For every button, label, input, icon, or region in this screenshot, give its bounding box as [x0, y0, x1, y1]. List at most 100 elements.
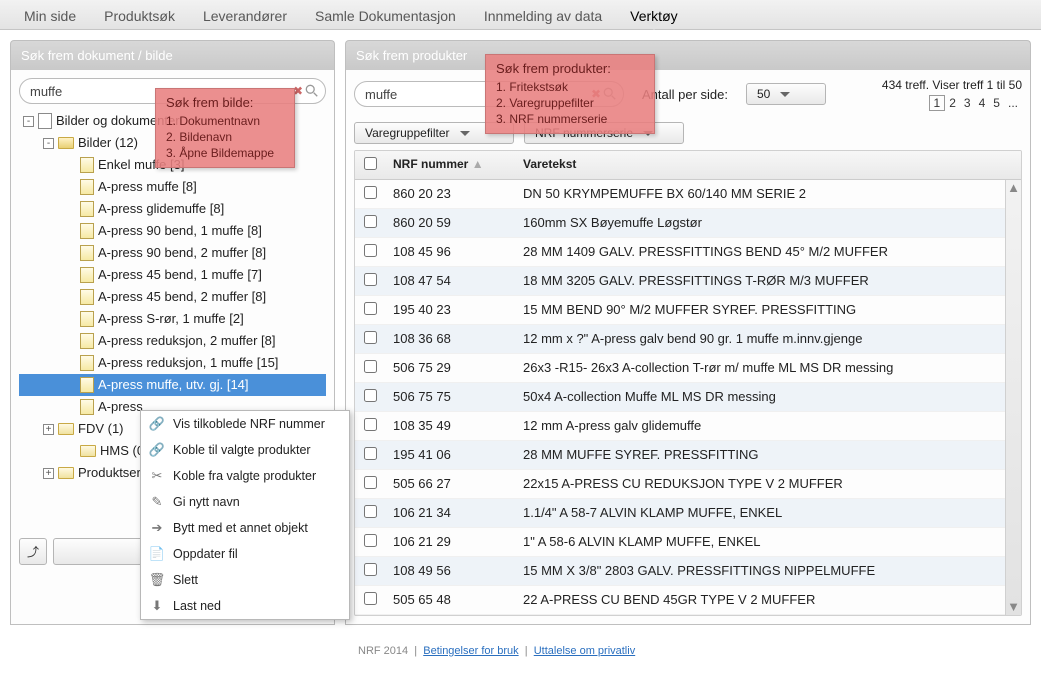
tree-toggle-icon[interactable]: - — [43, 138, 54, 149]
tree-node[interactable]: A-press muffe [8] — [19, 176, 326, 198]
tree-node-label: A-press reduksjon, 1 muffe [15] — [98, 352, 278, 374]
row-checkbox[interactable] — [364, 418, 377, 431]
page-number[interactable]: ... — [1004, 96, 1022, 110]
right-panel-title: Søk frem produkter — [345, 40, 1031, 70]
table-row[interactable]: 860 20 59160mm SX Bøyemuffe Løgstør — [355, 209, 1021, 238]
row-checkbox[interactable] — [364, 215, 377, 228]
row-checkbox[interactable] — [364, 534, 377, 547]
row-checkbox[interactable] — [364, 505, 377, 518]
table-row[interactable]: 506 75 2926x3 -R15- 26x3 A-collection T-… — [355, 354, 1021, 383]
row-checkbox[interactable] — [364, 273, 377, 286]
select-all-checkbox[interactable] — [364, 157, 377, 170]
context-menu-item[interactable]: ➔Bytt med et annet objekt — [141, 515, 349, 541]
tree-toggle-icon[interactable]: + — [43, 468, 54, 479]
row-nrf: 506 75 75 — [385, 383, 515, 411]
nav-tab-innmelding-av-data[interactable]: Innmelding av data — [470, 2, 616, 29]
nav-tab-min-side[interactable]: Min side — [10, 2, 90, 29]
tree-toggle-icon[interactable]: - — [23, 116, 34, 127]
row-checkbox-cell — [355, 441, 385, 469]
tree-node[interactable]: A-press glidemuffe [8] — [19, 198, 326, 220]
row-checkbox[interactable] — [364, 592, 377, 605]
row-checkbox[interactable] — [364, 302, 377, 315]
row-checkbox-cell — [355, 470, 385, 498]
per-page-select[interactable]: 50 — [746, 83, 826, 105]
table-row[interactable]: 506 75 7550x4 A-collection Muffe ML MS D… — [355, 383, 1021, 412]
search-icon — [305, 84, 319, 98]
row-checkbox[interactable] — [364, 244, 377, 257]
product-table-body: 860 20 23DN 50 KRYMPEMUFFE BX 60/140 MM … — [355, 180, 1021, 615]
row-varetekst: DN 50 KRYMPEMUFFE BX 60/140 MM SERIE 2 — [515, 180, 1021, 208]
upload-icon-button[interactable]: ⤴ — [19, 538, 47, 565]
tree-node[interactable]: A-press 45 bend, 2 muffer [8] — [19, 286, 326, 308]
nav-tab-verktøy[interactable]: Verktøy — [616, 2, 691, 29]
tooltip-line: 1. Dokumentnavn — [166, 113, 284, 129]
context-menu-item[interactable]: 🔗Vis tilkoblede NRF nummer — [141, 411, 349, 437]
page-number[interactable]: 4 — [975, 96, 990, 110]
page-footer: NRF 2014 | Betingelser for bruk | Uttale… — [0, 635, 1041, 657]
context-menu-label: Koble til valgte produkter — [173, 443, 311, 457]
tree-node[interactable]: A-press muffe, utv. gj. [14] — [19, 374, 326, 396]
row-checkbox-cell — [355, 499, 385, 527]
context-menu-item[interactable]: ⬇Last ned — [141, 593, 349, 619]
tooltip-line: 2. Varegruppefilter — [496, 95, 644, 111]
page-number[interactable]: 2 — [945, 96, 960, 110]
nav-tab-samle-dokumentasjon[interactable]: Samle Dokumentasjon — [301, 2, 470, 29]
tree-node[interactable]: A-press reduksjon, 1 muffe [15] — [19, 352, 326, 374]
row-checkbox-cell — [355, 383, 385, 411]
row-checkbox[interactable] — [364, 186, 377, 199]
context-menu-item[interactable]: ✂Koble fra valgte produkter — [141, 463, 349, 489]
folder-icon — [58, 137, 74, 149]
row-checkbox-cell — [355, 586, 385, 614]
tree-node[interactable]: A-press S-rør, 1 muffe [2] — [19, 308, 326, 330]
document-icon — [80, 157, 94, 173]
table-row[interactable]: 505 65 4822 A-PRESS CU BEND 45GR TYPE V … — [355, 586, 1021, 615]
tree-node-label: A-press muffe, utv. gj. [14] — [98, 374, 249, 396]
table-row[interactable]: 106 21 341.1/4" A 58-7 ALVIN KLAMP MUFFE… — [355, 499, 1021, 528]
table-row[interactable]: 108 45 9628 MM 1409 GALV. PRESSFITTINGS … — [355, 238, 1021, 267]
row-checkbox[interactable] — [364, 476, 377, 489]
tree-node[interactable]: A-press 45 bend, 1 muffe [7] — [19, 264, 326, 286]
row-checkbox[interactable] — [364, 389, 377, 402]
nav-tab-produktsøk[interactable]: Produktsøk — [90, 2, 189, 29]
table-row[interactable]: 108 36 6812 mm x ?" A-press galv bend 90… — [355, 325, 1021, 354]
table-scrollbar[interactable]: ▲▼ — [1005, 180, 1021, 615]
table-row[interactable]: 195 41 0628 MM MUFFE SYREF. PRESSFITTING — [355, 441, 1021, 470]
row-checkbox[interactable] — [364, 360, 377, 373]
tree-node[interactable]: A-press 90 bend, 1 muffe [8] — [19, 220, 326, 242]
row-nrf: 108 45 96 — [385, 238, 515, 266]
page-number[interactable]: 5 — [989, 96, 1004, 110]
product-table: NRF nummer ▲ Varetekst 860 20 23DN 50 KR… — [354, 150, 1022, 616]
varetekst-column-header[interactable]: Varetekst — [515, 151, 1021, 179]
table-row[interactable]: 860 20 23DN 50 KRYMPEMUFFE BX 60/140 MM … — [355, 180, 1021, 209]
footer-terms-link[interactable]: Betingelser for bruk — [423, 645, 518, 657]
context-menu-item[interactable]: 📄Oppdater fil — [141, 541, 349, 567]
row-nrf: 505 65 48 — [385, 586, 515, 614]
document-icon — [80, 245, 94, 261]
nav-tab-leverandører[interactable]: Leverandører — [189, 2, 301, 29]
context-menu-item[interactable]: 🔗Koble til valgte produkter — [141, 437, 349, 463]
page-number[interactable]: 1 — [929, 95, 946, 111]
page-number[interactable]: 3 — [960, 96, 975, 110]
tree-node[interactable]: A-press 90 bend, 2 muffer [8] — [19, 242, 326, 264]
row-checkbox[interactable] — [364, 331, 377, 344]
tree-node-label: A-press S-rør, 1 muffe [2] — [98, 308, 244, 330]
table-row[interactable]: 505 66 2722x15 A-PRESS CU REDUKSJON TYPE… — [355, 470, 1021, 499]
nrf-column-header[interactable]: NRF nummer ▲ — [385, 151, 515, 179]
context-menu-item[interactable]: 🗑Slett — [141, 567, 349, 593]
context-menu-item[interactable]: ✎Gi nytt navn — [141, 489, 349, 515]
result-summary: 434 treff. Viser treff 1 til 50 — [882, 78, 1022, 92]
table-row[interactable]: 108 47 5418 MM 3205 GALV. PRESSFITTINGS … — [355, 267, 1021, 296]
table-row[interactable]: 106 21 291" A 58-6 ALVIN KLAMP MUFFE, EN… — [355, 528, 1021, 557]
row-nrf: 860 20 59 — [385, 209, 515, 237]
row-checkbox[interactable] — [364, 447, 377, 460]
table-row[interactable]: 108 35 4912 mm A-press galv glidemuffe — [355, 412, 1021, 441]
table-row[interactable]: 195 40 2315 MM BEND 90° M/2 MUFFER SYREF… — [355, 296, 1021, 325]
row-checkbox[interactable] — [364, 563, 377, 576]
tree-node[interactable]: A-press reduksjon, 2 muffer [8] — [19, 330, 326, 352]
table-row[interactable]: 108 49 5615 MM X 3/8" 2803 GALV. PRESSFI… — [355, 557, 1021, 586]
footer-privacy-link[interactable]: Uttalelse om privatliv — [534, 645, 635, 657]
row-checkbox-cell — [355, 238, 385, 266]
tooltip-title: Søk frem bilde: — [166, 95, 284, 111]
row-varetekst: 18 MM 3205 GALV. PRESSFITTINGS T-RØR M/3… — [515, 267, 1021, 295]
tree-toggle-icon[interactable]: + — [43, 424, 54, 435]
